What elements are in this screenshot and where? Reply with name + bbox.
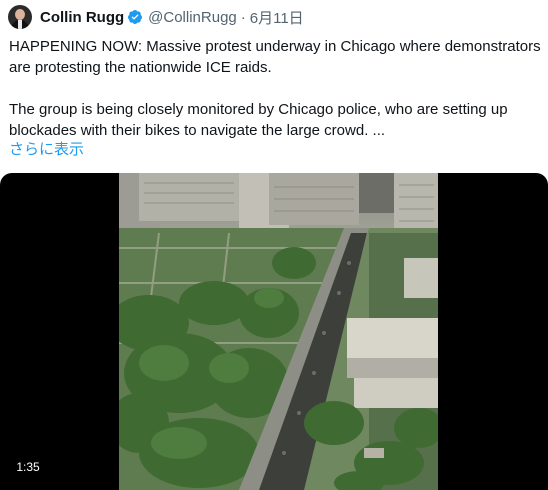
tweet-text: HAPPENING NOW: Massive protest underway … <box>9 36 541 141</box>
tweet-date[interactable]: 6月11日 <box>250 7 304 28</box>
video-player[interactable]: 1:35 <box>0 173 548 490</box>
video-frame[interactable] <box>119 173 438 490</box>
avatar[interactable] <box>8 5 32 29</box>
tweet-header: Collin Rugg @CollinRugg · 6月11日 <box>8 4 304 30</box>
show-more-link[interactable]: さらに表示 <box>9 138 84 159</box>
verified-badge-icon <box>128 10 143 24</box>
separator-dot: · <box>240 8 246 26</box>
author-name[interactable]: Collin Rugg <box>40 9 124 26</box>
author-handle[interactable]: @CollinRugg <box>148 9 237 26</box>
video-duration: 1:35 <box>10 456 46 478</box>
tweet-paragraph-2: The group is being closely monitored by … <box>9 101 508 139</box>
tweet-paragraph-1: HAPPENING NOW: Massive protest underway … <box>9 38 541 76</box>
